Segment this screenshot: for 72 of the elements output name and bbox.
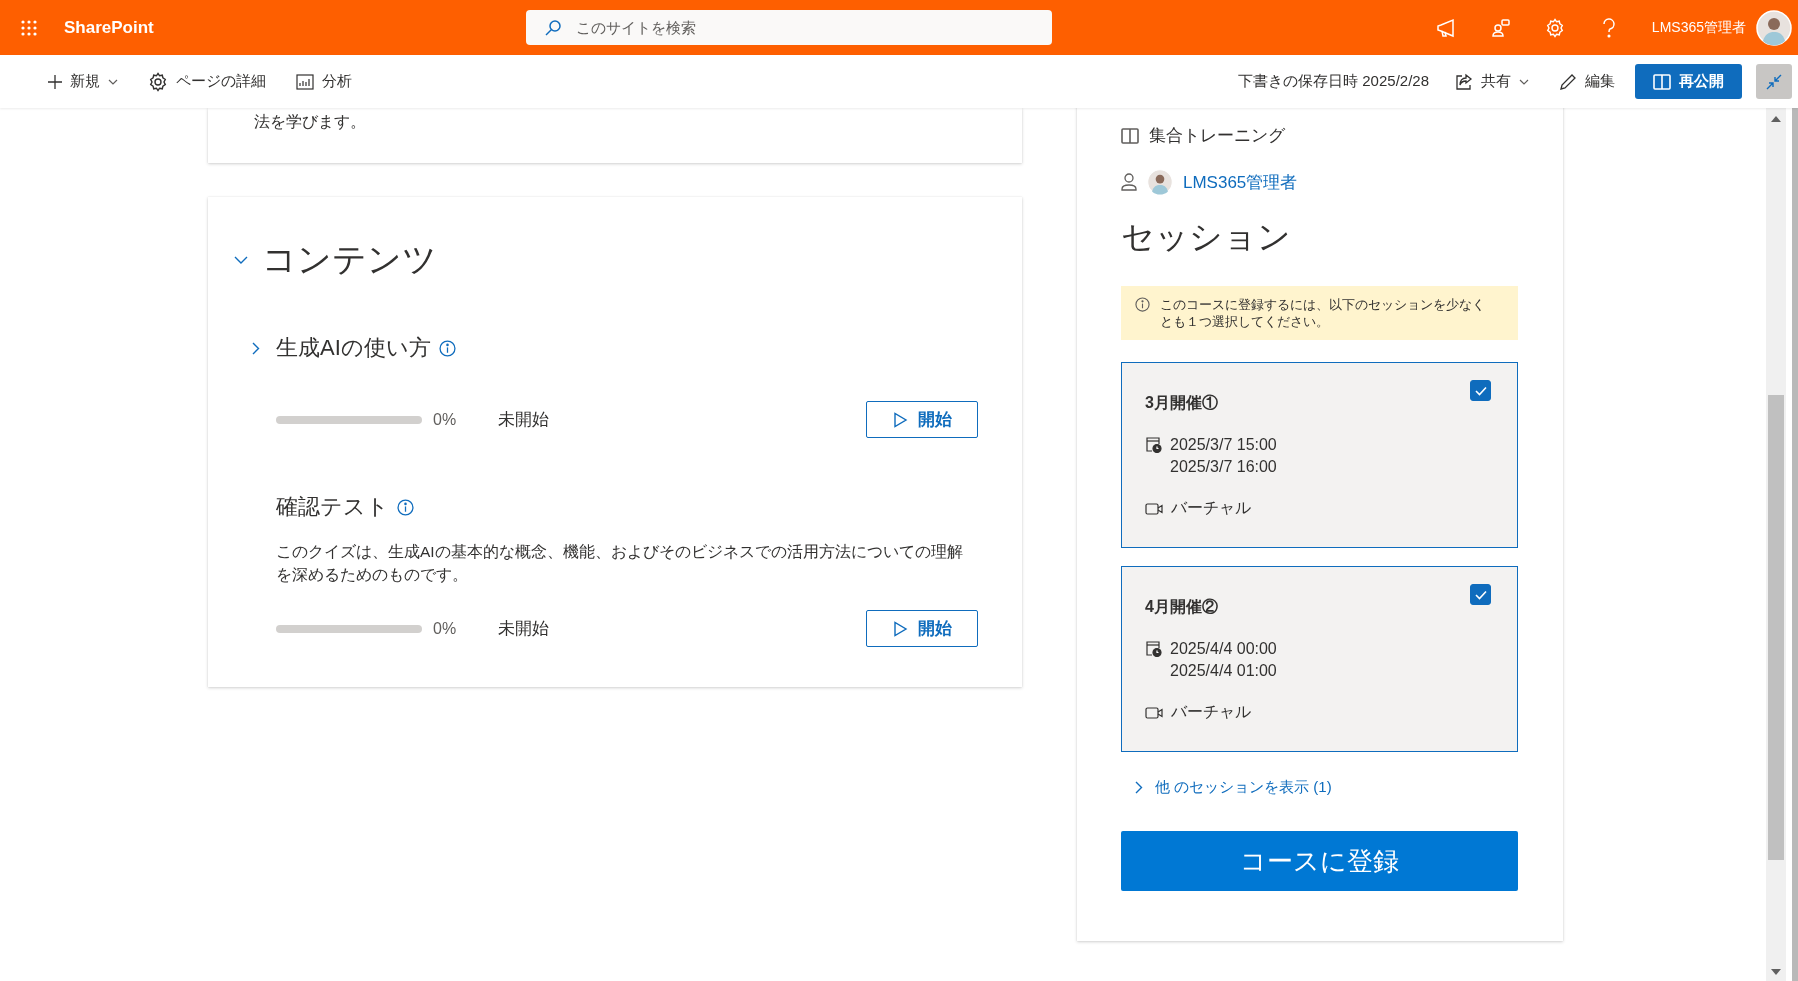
video-camera-icon [1145,705,1163,720]
caret-icon [1519,78,1529,85]
status-text: 未開始 [498,618,549,640]
collapse-button[interactable] [1756,64,1792,99]
notice-text: このコースに登録するには、以下のセッションを少なくとも１つ選択してください。 [1160,296,1486,330]
plus-icon [48,74,62,89]
session-start: 2025/3/7 15:00 [1170,436,1277,454]
status-text: 未開始 [498,409,549,431]
session-card[interactable]: 4月開催② 2025/4/4 00:00 2025/4/4 01:00 バーチャル [1121,566,1518,752]
session-end: 2025/4/4 01:00 [1170,662,1277,680]
command-button[interactable]: ページの詳細 [140,65,274,98]
intro-text: 法を学びます。 [254,112,367,132]
share-button[interactable]: 共有 [1447,66,1537,97]
search-icon [544,19,562,37]
start-button[interactable]: 開始 [866,401,978,438]
profile-avatar[interactable] [1756,9,1792,46]
session-location: バーチャル [1171,702,1251,722]
checkbox[interactable] [1470,380,1491,401]
section-title: コンテンツ [262,239,437,280]
gear-icon [148,71,168,92]
pencil-icon [1559,72,1577,91]
play-icon [892,411,908,428]
session-name: 4月開催② [1145,597,1218,617]
person-icon [1121,173,1137,191]
session-end: 2025/3/7 16:00 [1170,458,1277,476]
chevron-right-icon[interactable] [1135,781,1143,794]
edit-button[interactable]: 編集 [1551,66,1623,97]
calendar-clock-icon [1145,640,1162,657]
session-start: 2025/4/4 00:00 [1170,640,1277,658]
session-name: 3月開催① [1145,393,1218,413]
section-title: セッション [1121,217,1292,257]
info-icon [438,339,456,357]
play-icon [892,620,908,637]
people-icon[interactable] [1490,17,1511,38]
user-name[interactable]: LMS365管理者 [1651,18,1746,37]
progress-percent: 0% [433,410,458,429]
start-button[interactable]: 開始 [866,610,978,647]
item-title: 生成AIの使い方 [276,334,431,362]
author-link[interactable]: LMS365管理者 [1183,170,1298,194]
book-icon [1653,73,1671,90]
info-icon [397,498,414,516]
session-location: バーチャル [1171,498,1251,518]
app-launcher-icon[interactable] [20,18,38,37]
collapse-icon [1765,72,1783,91]
more-sessions-link[interactable]: 他 のセッションを表示 (1) [1135,778,1332,797]
command-button[interactable]: 新規 [40,66,126,97]
video-camera-icon [1145,501,1163,516]
session-card[interactable]: 3月開催① 2025/3/7 15:00 2025/3/7 16:00 バーチャル [1121,362,1518,548]
item-description: このクイズは、生成AIの基本的な概念、機能、およびそのビジネスでの活用方法についての理解を深めるためのものです。 [276,542,964,585]
checkmark-icon [1474,385,1487,396]
progress-percent: 0% [433,619,458,638]
chevron-down-icon[interactable] [234,256,248,265]
book-icon [1121,127,1139,144]
author-avatar [1147,169,1173,195]
info-icon [1135,297,1150,312]
republish-button[interactable]: 再公開 [1635,64,1742,99]
share-icon [1455,72,1473,91]
chart-icon [296,73,314,90]
chevron-right-icon[interactable] [252,341,260,355]
search-field[interactable]: このサイトを検索 [526,10,1052,45]
settings-icon[interactable] [1544,17,1565,38]
item-title: 確認テスト [276,493,389,521]
register-button[interactable]: コースに登録 [1121,831,1518,891]
scrollbar[interactable] [1766,108,1786,981]
draft-saved-text: 下書きの保存日時 2025/2/28 [1238,72,1429,91]
help-icon[interactable] [1601,17,1616,38]
command-button[interactable]: 分析 [288,66,360,97]
checkbox[interactable] [1470,584,1491,605]
app-name[interactable]: SharePoint [64,17,526,38]
course-type: 集合トレーニング [1149,125,1285,147]
checkmark-icon [1474,589,1487,600]
calendar-clock-icon [1145,436,1162,453]
